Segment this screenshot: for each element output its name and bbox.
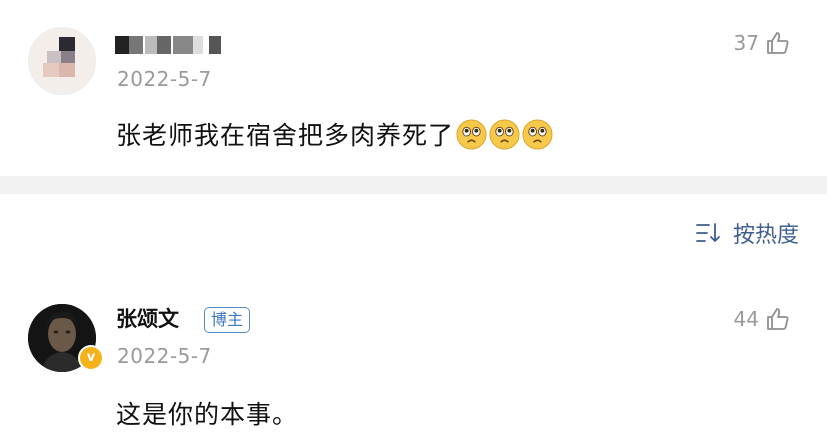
sort-label: 按热度 <box>732 223 799 248</box>
crying-face-emoji <box>456 118 487 150</box>
like-button[interactable]: 44 <box>734 304 791 334</box>
comment-item: v 张颂文 博主 2022-5-7 这是你的本事。 44 <box>0 282 827 447</box>
thumbs-up-icon <box>767 308 789 330</box>
author-badge: 博主 <box>204 307 251 333</box>
comment-date: 2022-5-7 <box>117 344 212 368</box>
like-button[interactable]: 37 <box>734 28 791 58</box>
comment-text: 这是你的本事。 <box>116 400 299 429</box>
avatar[interactable] <box>28 27 96 95</box>
crying-face-emoji <box>489 118 520 150</box>
comment-text: 张老师我在宿舍把多肉养死了 <box>116 116 553 153</box>
comment-date: 2022-5-7 <box>117 67 212 91</box>
username[interactable]: 张颂文 <box>116 303 179 333</box>
username-blurred[interactable] <box>115 36 233 54</box>
like-count: 44 <box>733 307 759 331</box>
sort-toggle[interactable]: 按热度 <box>695 217 799 249</box>
like-count: 37 <box>733 31 759 55</box>
section-divider <box>0 176 827 194</box>
comment-item: 2022-5-7 张老师我在宿舍把多肉养死了 37 <box>0 0 827 176</box>
thumbs-up-icon <box>767 32 789 54</box>
crying-face-emoji <box>522 118 553 150</box>
sort-icon <box>696 223 720 242</box>
verified-icon: v <box>78 345 104 371</box>
